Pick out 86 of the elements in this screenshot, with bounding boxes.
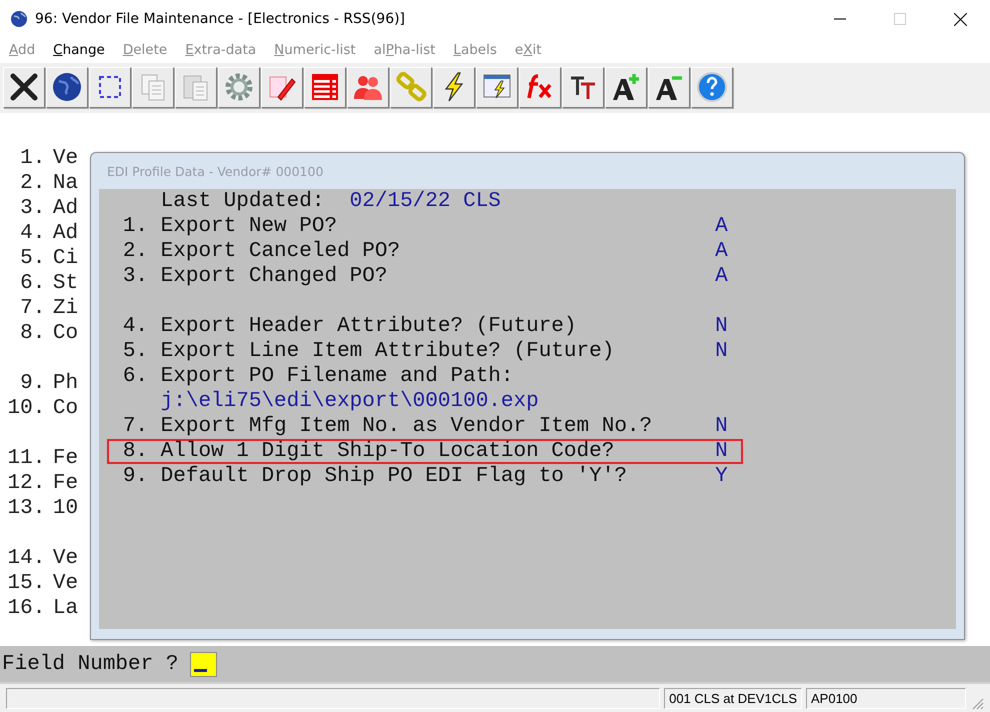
field-number: 1. xyxy=(122,214,148,240)
field-label: Ve xyxy=(52,571,78,596)
field-label: St xyxy=(52,271,78,296)
field-label: Default Drop Ship PO EDI Flag to 'Y'? xyxy=(160,464,628,490)
field-number: 13. xyxy=(6,496,46,522)
field-number: 7. xyxy=(122,414,148,440)
field-number: 9. xyxy=(19,371,46,396)
field-number: 2. xyxy=(122,239,148,264)
field-number: 11. xyxy=(6,446,46,472)
field-label: Export Header Attribute? (Future) xyxy=(160,314,578,340)
field-label: Ve xyxy=(52,546,78,572)
field-number: 3. xyxy=(19,196,46,222)
field-label: Ci xyxy=(52,246,78,272)
field-number: 4. xyxy=(122,314,148,340)
field-label: La xyxy=(52,596,78,622)
window-title: 96: Vendor File Maintenance - [Electronics - RSS(96)] xyxy=(35,11,406,27)
field-number: 2. xyxy=(19,171,46,196)
field-label: Export PO Filename and Path: xyxy=(160,364,514,390)
close-icon xyxy=(8,71,40,104)
toolbar-button[interactable] xyxy=(433,66,475,108)
field-label: Fe xyxy=(52,471,78,496)
field-number: 5. xyxy=(122,339,148,364)
field-number: 6. xyxy=(122,364,148,390)
field-value: N xyxy=(715,439,728,464)
dialog-title: EDI Profile Data - Vendor# 000100 xyxy=(107,162,324,181)
settings-icon xyxy=(223,71,255,104)
field-label: Fe xyxy=(52,446,78,472)
field-label: Ad xyxy=(52,221,78,246)
field-number: 12. xyxy=(6,471,46,496)
field-value: A xyxy=(715,214,728,240)
field-label: Na xyxy=(52,171,78,196)
field-value: N xyxy=(715,339,728,364)
field-label: Export Canceled PO? xyxy=(160,239,402,264)
text-cursor xyxy=(194,668,208,672)
field-value: Y xyxy=(715,464,728,490)
globe-icon xyxy=(10,10,28,28)
field-number: 4. xyxy=(19,221,46,246)
toolbar-button[interactable] xyxy=(261,66,303,108)
menu-item[interactable]: Change xyxy=(53,42,105,58)
field-number: 1. xyxy=(19,146,46,172)
field-label: Export Changed PO? xyxy=(160,264,388,290)
field-label: 10 xyxy=(52,496,78,522)
field-label: Ph xyxy=(52,371,78,396)
field-number: 10. xyxy=(6,396,46,422)
input-field[interactable] xyxy=(190,652,218,677)
field-value: j:\eli75\edi\export\000100.exp xyxy=(160,389,539,414)
field-value: N xyxy=(715,314,728,340)
field-number: 6. xyxy=(19,271,46,296)
resize-grip-icon xyxy=(970,696,984,710)
field-label: Co xyxy=(52,321,78,346)
maximize-icon xyxy=(894,13,906,25)
field-label: Ve xyxy=(52,146,78,172)
field-label: Co xyxy=(52,396,78,422)
status-text: AP0100 xyxy=(806,688,966,709)
field-value: N xyxy=(715,414,728,440)
toolbar-button[interactable] xyxy=(562,66,604,108)
field-number: 5. xyxy=(19,246,46,272)
prompt-label: Field Number ? xyxy=(2,652,178,676)
toolbar-button[interactable] xyxy=(648,66,690,108)
chain-link-icon xyxy=(395,71,427,104)
field-value: A xyxy=(715,264,728,290)
field-number: 9. xyxy=(122,464,148,490)
field-value: A xyxy=(715,239,728,264)
toolbar-button[interactable] xyxy=(3,66,45,108)
field-label: Export New PO? xyxy=(160,214,338,240)
globe-icon xyxy=(51,71,83,104)
help-icon xyxy=(696,71,728,104)
field-label: Export Mfg Item No. as Vendor Item No.? xyxy=(160,414,654,440)
field-label: Zi xyxy=(52,296,78,322)
field-number: 15. xyxy=(6,571,46,596)
field-label: Last Updated: xyxy=(160,189,324,214)
field-number: 7. xyxy=(19,296,46,322)
field-number: 8. xyxy=(122,439,148,464)
field-label: Allow 1 Digit Ship-To Location Code? xyxy=(160,439,616,464)
close-icon xyxy=(954,12,966,26)
status-text: 001 CLS at DEV1CLS xyxy=(664,688,802,709)
field-number: 16. xyxy=(6,596,46,622)
toolbar-button[interactable] xyxy=(46,66,88,108)
field-label: Ad xyxy=(52,196,78,222)
field-number: 3. xyxy=(122,264,148,290)
field-value: 02/15/22 CLS xyxy=(350,189,501,214)
field-number: 8. xyxy=(19,321,46,346)
field-label: Export Line Item Attribute? (Future) xyxy=(160,339,616,364)
toolbar-button[interactable] xyxy=(89,66,131,108)
toolbar-button[interactable] xyxy=(605,66,647,108)
field-number: 14. xyxy=(6,546,46,572)
